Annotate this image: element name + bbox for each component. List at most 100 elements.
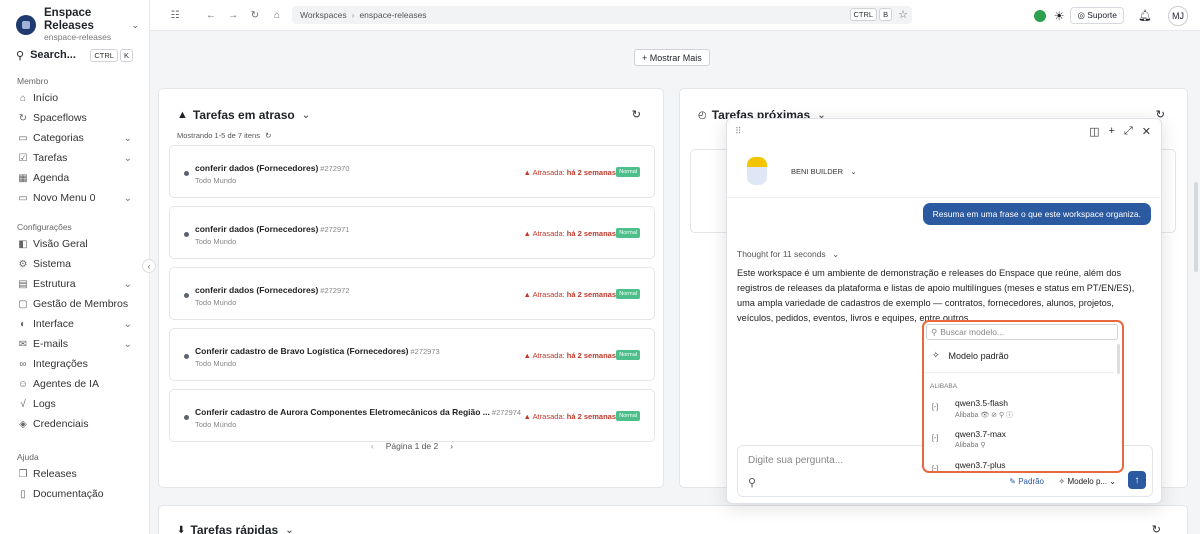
priority-badge: Normal <box>616 411 640 421</box>
sidebar-item-tarefas[interactable]: ☑ Tarefas ⌄ <box>0 148 149 168</box>
close-icon[interactable]: ✕ <box>1142 125 1151 138</box>
sidebar-item-gestão-de-membros[interactable]: ▢ Gestão de Membros <box>0 294 149 314</box>
sidebar-item-visão-geral[interactable]: ◧ Visão Geral <box>0 234 149 254</box>
sidebar-layout-icon[interactable]: ◫ <box>1089 125 1099 138</box>
model-option[interactable]: [-] qwen3.7-max Alibaba ⚲ <box>932 429 1112 457</box>
avatar[interactable]: MJ <box>1168 5 1188 26</box>
task-title-text: conferir dados (Fornecedores) <box>195 285 319 295</box>
sidebar-item-agentes-de-ia[interactable]: ☺ Agentes de IA <box>0 374 149 394</box>
task-assignee: Todo Mundo <box>195 237 237 246</box>
late-label: Atrasada: <box>532 290 565 299</box>
sidebar-item-credenciais[interactable]: ◈ Credenciais <box>0 414 149 434</box>
task-id: #272971 <box>320 225 350 234</box>
workspace-switcher[interactable]: Enspace Releases enspace-releases ⌄ <box>0 0 149 42</box>
attach-icon[interactable]: ⚲ <box>748 476 756 489</box>
task-item[interactable]: conferir dados (Fornecedores) #272972 Todo… <box>169 267 655 320</box>
theme-sun-icon[interactable]: ☀ <box>1054 9 1065 23</box>
default-model-option[interactable]: ✧ Modelo padrão <box>932 350 1009 361</box>
status-indicator-icon[interactable] <box>1033 9 1046 22</box>
tasks-icon: ☑ <box>18 152 28 164</box>
sidebar-item-documentação[interactable]: ▯ Documentação ↗ <box>0 484 149 504</box>
star-icon[interactable]: ☆ <box>898 8 908 21</box>
sidebar-item-novo-menu-0[interactable]: ▭ Novo Menu 0 ⌄ <box>0 188 149 208</box>
drag-handle-icon[interactable]: ⠿ <box>735 126 742 137</box>
bullet <box>184 293 189 298</box>
sparkle-icon: ✧ <box>932 350 940 360</box>
late-status: ▲ Atrasada: há 2 semanas <box>523 412 616 421</box>
bell-icon[interactable]: 🔔︎ <box>1138 9 1152 22</box>
bot-name: BENI BUILDER <box>791 167 844 176</box>
bot-selector[interactable]: BENI BUILDER ⌄ <box>791 167 857 176</box>
default-mode-button[interactable]: ✎ Padrão <box>1009 477 1044 486</box>
task-item[interactable]: conferir dados (Fornecedores) #272970 Todo… <box>169 145 655 198</box>
breadcrumb-workspaces[interactable]: Workspaces <box>300 10 347 20</box>
search-button[interactable]: ⚲ Search... CTRL K <box>0 42 149 68</box>
model-selector-button[interactable]: ✧ Modelo p... ⌄ <box>1059 477 1116 486</box>
sidebar-item-releases[interactable]: ❐ Releases <box>0 464 149 484</box>
sidebar-item-label: Visão Geral <box>33 238 88 250</box>
provider-group-label: ALIBABA <box>930 383 958 390</box>
sidebar-section-title: Membro <box>17 76 49 86</box>
refresh-small-icon[interactable]: ↻ <box>265 131 271 140</box>
breadcrumb-current[interactable]: enspace-releases <box>359 10 426 20</box>
sidebar-item-interface[interactable]: ◐ Interface ⌄ <box>0 314 149 334</box>
task-title: Conferir cadastro de Aurora Componentes … <box>195 407 521 417</box>
chevron-down-icon[interactable]: ⌄ <box>285 525 293 534</box>
new-chat-icon[interactable]: + <box>1109 125 1115 138</box>
sidebar-item-estrutura[interactable]: ▤ Estrutura ⌄ <box>0 274 149 294</box>
sidebar-item-logs[interactable]: √ Logs <box>0 394 149 414</box>
sidebar-item-label: Tarefas <box>33 152 68 164</box>
back-icon[interactable]: ← <box>200 10 222 21</box>
layout-toggle-icon[interactable]: ☷ <box>164 10 186 21</box>
prev-page-icon[interactable]: ‹ <box>371 441 374 451</box>
show-more-button[interactable]: + Mostrar Mais <box>634 49 710 66</box>
model-option[interactable]: [-] qwen3.7-plus Alibaba <box>932 460 1112 473</box>
task-item[interactable]: Conferir cadastro de Bravo Logística (Fo… <box>169 328 655 381</box>
model-brackets-icon: [-] <box>932 466 939 473</box>
model-option[interactable]: [-] qwen3.5-flash Alibaba 👁 ⊘ ⚲ ⓘ <box>932 398 1112 426</box>
sidebar-item-e-mails[interactable]: ✉ E-mails ⌄ <box>0 334 149 354</box>
search-icon: ⚲ <box>931 326 938 337</box>
refresh-icon[interactable]: ↻ <box>632 108 641 121</box>
chevron-down-icon[interactable]: ⌄ <box>302 110 310 121</box>
page-scrollbar[interactable] <box>1194 182 1198 272</box>
default-model-label: Modelo padrão <box>948 350 1009 361</box>
logs-icon: √ <box>20 398 26 410</box>
search-label: Search... <box>30 49 76 61</box>
sidebar-item-spaceflows[interactable]: ↻ Spaceflows <box>0 108 149 128</box>
sidebar-item-início[interactable]: ⌂ Início <box>0 88 149 108</box>
refresh-icon[interactable]: ↻ <box>1152 523 1161 534</box>
task-item[interactable]: conferir dados (Fornecedores) #272971 Todo… <box>169 206 655 259</box>
sidebar-item-categorias[interactable]: ▭ Categorias ⌄ <box>0 128 149 148</box>
dropdown-scrollbar[interactable] <box>1117 344 1120 374</box>
warning-icon: ▲ <box>523 290 531 299</box>
integrations-icon: ∞ <box>19 358 27 370</box>
sidebar-item-sistema[interactable]: ⚙ Sistema <box>0 254 149 274</box>
task-title: conferir dados (Fornecedores) #272971 <box>195 224 349 234</box>
model-name: qwen3.7-plus <box>955 460 1006 470</box>
chevron-down-icon: ⌄ <box>123 338 132 350</box>
sidebar-item-label: Spaceflows <box>33 112 87 124</box>
sidebar-item-integrações[interactable]: ∞ Integrações <box>0 354 149 374</box>
sidebar-item-agenda[interactable]: ▦ Agenda <box>0 168 149 188</box>
support-button[interactable]: ◎ Suporte <box>1070 7 1125 24</box>
workspace-subtitle: enspace-releases <box>44 32 112 43</box>
collapse-sidebar-button[interactable]: ‹ <box>142 259 156 273</box>
late-value: há 2 semanas <box>566 168 616 177</box>
forward-icon[interactable]: → <box>222 10 244 21</box>
next-page-icon[interactable]: › <box>450 441 453 451</box>
reload-icon[interactable]: ↻ <box>244 10 266 21</box>
user-message: Resuma em uma frase o que este workspace… <box>922 203 1151 225</box>
chat-input[interactable]: Digite sua pergunta... <box>748 455 843 466</box>
bullet <box>184 171 189 176</box>
workspace-logo <box>16 15 36 35</box>
home-icon[interactable]: ⌂ <box>266 10 288 21</box>
thought-toggle[interactable]: Thought for 11 seconds ⌄ <box>737 249 839 260</box>
send-button[interactable]: ↑ <box>1128 471 1146 489</box>
search-icon: ⚲ <box>16 49 25 62</box>
model-name: qwen3.7-max <box>955 429 1007 439</box>
model-search-input[interactable]: ⚲ Buscar modelo... <box>926 324 1118 340</box>
task-title-text: conferir dados (Fornecedores) <box>195 224 319 234</box>
task-item[interactable]: Conferir cadastro de Aurora Componentes … <box>169 389 655 442</box>
expand-icon[interactable]: ⤢ <box>1124 125 1133 138</box>
